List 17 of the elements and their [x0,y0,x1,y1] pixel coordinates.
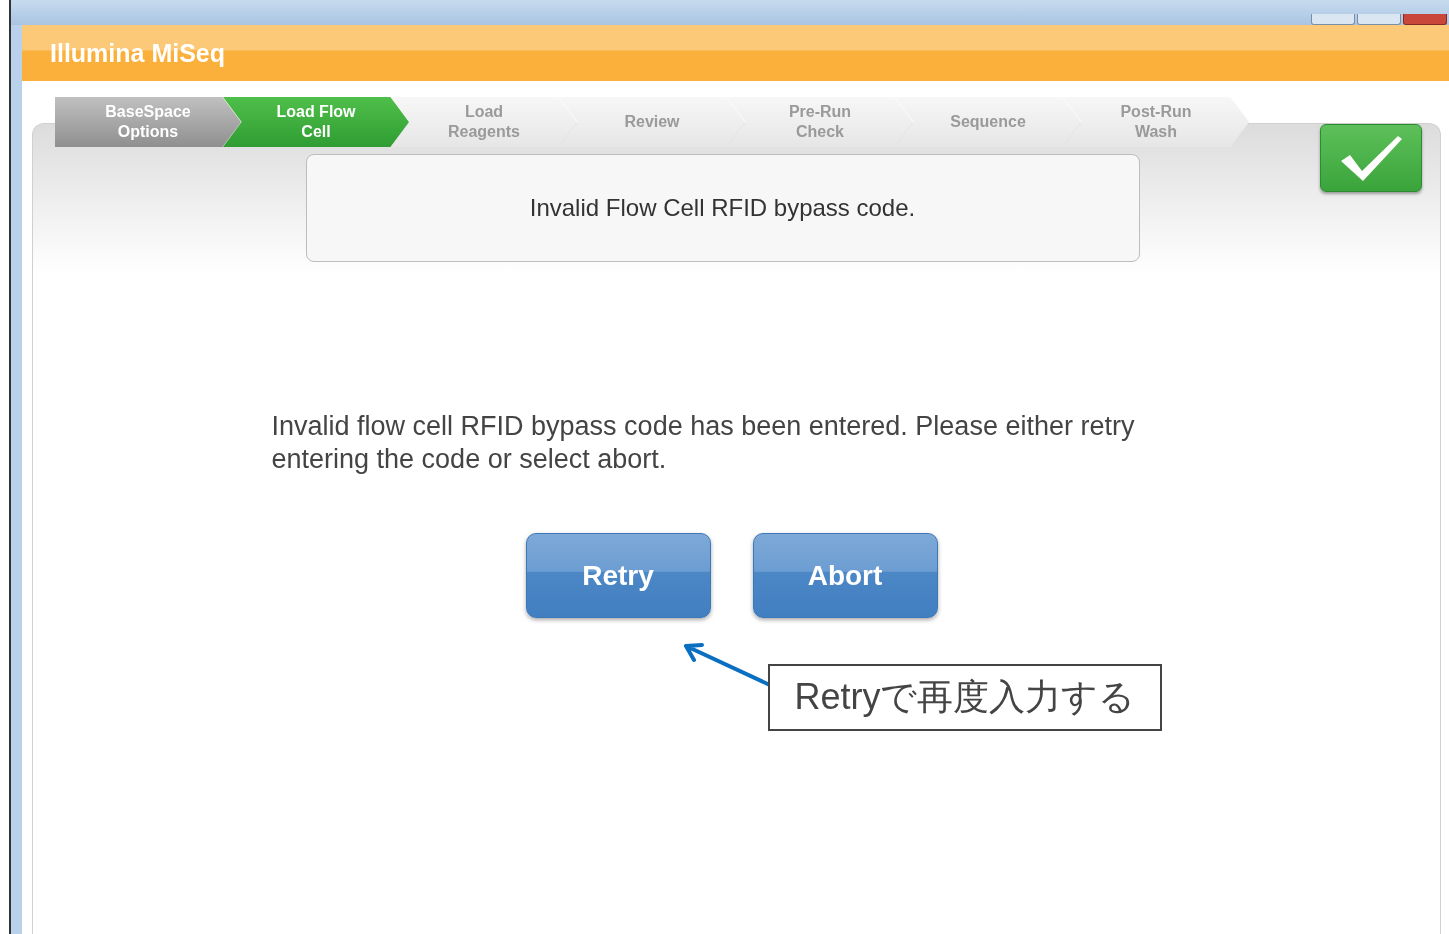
maximize-button[interactable] [1357,14,1401,25]
progress-step: Post-Run Wash [1063,97,1249,147]
message-text: Invalid flow cell RFID bypass code has been entered. Please either retry entering the code or select abort. [271,410,1136,476]
close-button[interactable] [1403,14,1447,25]
minimize-button[interactable] [1311,14,1355,25]
abort-button[interactable]: Abort [752,533,938,618]
confirm-button[interactable] [1320,124,1422,192]
progress-step: Load Reagents [391,97,577,147]
app-title: Illumina MiSeq [50,38,226,68]
progress-step: BaseSpace Options [55,97,241,147]
progress-step: Load Flow Cell [223,97,409,147]
progress-step: Review [559,97,745,147]
progress-step: Pre-Run Check [727,97,913,147]
progress-step: Sequence [895,97,1081,147]
annotation-callout: Retryで再度入力する [768,664,1162,731]
retry-button[interactable]: Retry [525,533,711,618]
message-title: Invalid Flow Cell RFID bypass code. [305,154,1140,262]
